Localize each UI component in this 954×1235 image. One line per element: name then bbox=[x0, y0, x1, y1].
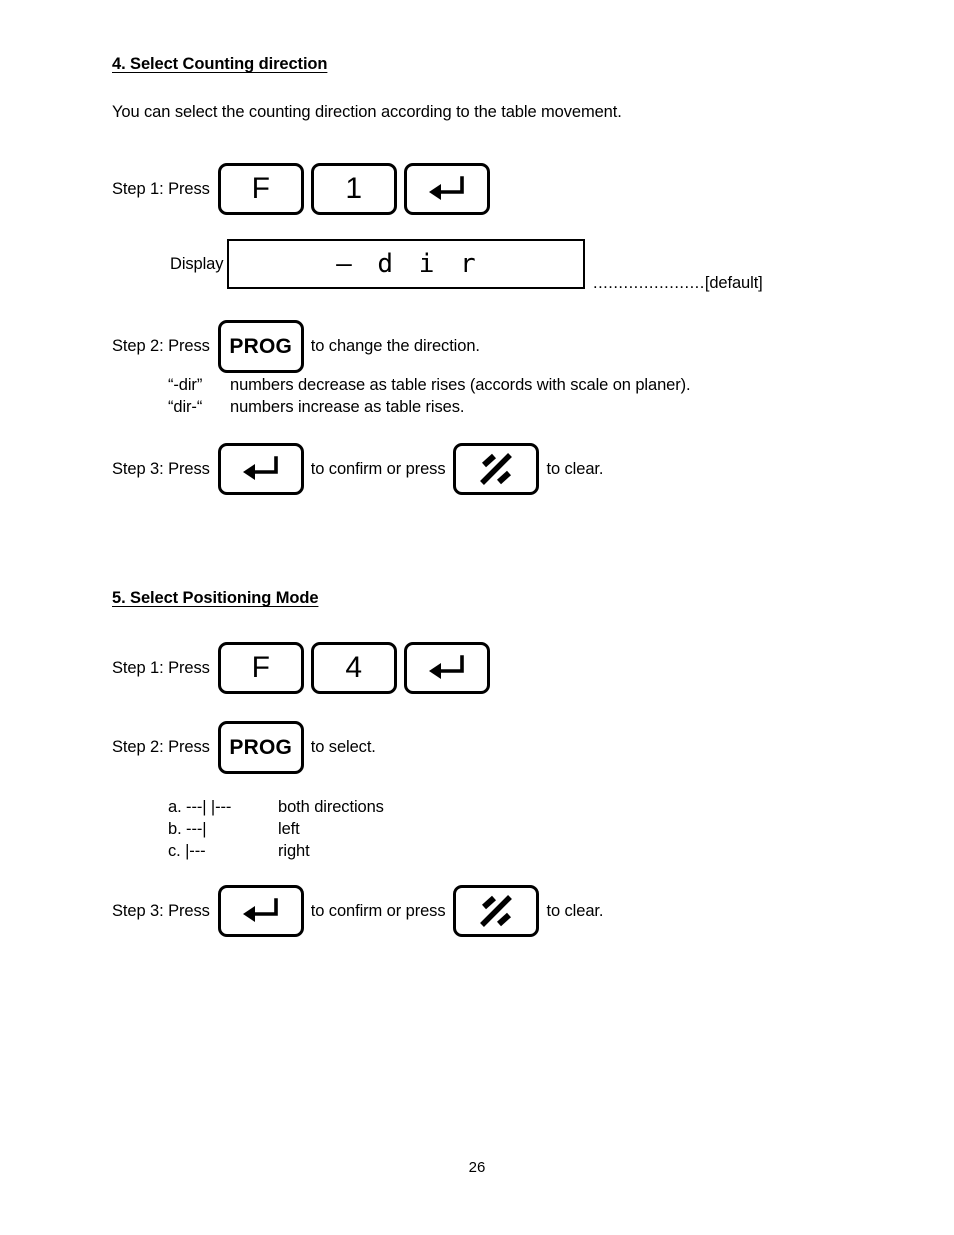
clear-key[interactable] bbox=[453, 885, 540, 937]
option-line-right: c. |--- right bbox=[168, 842, 310, 861]
step2-row-section5: Step 2: Press PROG to select. bbox=[112, 721, 376, 774]
leader-note: [default] bbox=[704, 274, 763, 292]
step3-label: Step 3: Press bbox=[112, 459, 210, 478]
enter-arrow-icon bbox=[428, 176, 464, 200]
leader-dots: ...................... bbox=[593, 274, 705, 292]
enter-key[interactable] bbox=[403, 163, 490, 215]
function-key-label: F bbox=[251, 651, 270, 684]
step3-row-section4: Step 3: Press to confirm or press to cle… bbox=[112, 443, 603, 495]
function-key[interactable]: F bbox=[217, 642, 304, 694]
option-text: left bbox=[278, 820, 300, 838]
function-key-label: F bbox=[251, 172, 270, 205]
step1-label: Step 1: Press bbox=[112, 658, 210, 677]
step3-middle-text: to confirm or press bbox=[310, 459, 446, 478]
step1-row-section4: Step 1: Press F 1 bbox=[112, 163, 490, 215]
step2-trailing-text: to change the direction. bbox=[310, 337, 480, 355]
step2-trailing-text: to select. bbox=[310, 738, 376, 756]
enter-arrow-icon bbox=[428, 655, 464, 679]
display-value: — d i r bbox=[336, 249, 481, 279]
display-box: — d i r bbox=[227, 239, 586, 289]
function-key[interactable]: F bbox=[217, 163, 304, 215]
note-line-minus-dir: “dir-“ numbers increase as table rises. bbox=[168, 398, 464, 417]
clear-key[interactable] bbox=[453, 443, 540, 495]
option-text: both directions bbox=[278, 798, 384, 816]
section-intro-text: You can select the counting direction ac… bbox=[112, 103, 622, 121]
clear-slash-icon bbox=[480, 895, 513, 927]
section-heading-counting-direction: 4. Select Counting direction bbox=[112, 55, 328, 73]
digit-key-4-label: 4 bbox=[345, 651, 363, 684]
display-label: Display bbox=[170, 254, 224, 273]
enter-key[interactable] bbox=[217, 885, 304, 937]
note-text: numbers increase as table rises. bbox=[230, 398, 465, 416]
enter-key[interactable] bbox=[217, 443, 304, 495]
prog-key-label: PROG bbox=[229, 335, 293, 358]
step2-row-section4: Step 2: Press PROG to change the directi… bbox=[112, 320, 480, 373]
option-line-both: a. ---| |--- both directions bbox=[168, 798, 384, 817]
option-symbol: b. ---| bbox=[168, 820, 207, 838]
option-line-left: b. ---| left bbox=[168, 820, 300, 839]
display-row-section4: Display — d i r bbox=[170, 239, 586, 289]
option-text: right bbox=[278, 842, 310, 860]
note-line-dir-minus: “-dir” numbers decrease as table rises (a… bbox=[168, 376, 691, 395]
display-default-leader: ......................[default] bbox=[593, 274, 763, 293]
prog-key[interactable]: PROG bbox=[217, 721, 304, 774]
enter-key[interactable] bbox=[403, 642, 490, 694]
step3-middle-text: to confirm or press bbox=[310, 901, 446, 920]
enter-arrow-icon bbox=[242, 456, 278, 480]
prog-key-label: PROG bbox=[229, 736, 293, 759]
note-term: “dir-“ bbox=[168, 398, 203, 416]
digit-key-1[interactable]: 1 bbox=[310, 163, 397, 215]
step3-label: Step 3: Press bbox=[112, 901, 210, 920]
option-symbol: a. ---| |--- bbox=[168, 798, 232, 816]
clear-slash-icon bbox=[480, 453, 513, 485]
note-text: numbers decrease as table rises (accords… bbox=[230, 376, 691, 394]
step1-label: Step 1: Press bbox=[112, 179, 210, 198]
enter-arrow-icon bbox=[242, 898, 278, 922]
note-term: “-dir” bbox=[168, 376, 203, 394]
step2-label: Step 2: Press bbox=[112, 337, 210, 355]
digit-key-1-label: 1 bbox=[345, 172, 363, 205]
prog-key[interactable]: PROG bbox=[217, 320, 304, 373]
option-symbol: c. |--- bbox=[168, 842, 206, 860]
step3-trailing-text: to clear. bbox=[546, 459, 604, 478]
step1-row-section5: Step 1: Press F 4 bbox=[112, 642, 490, 694]
step2-label: Step 2: Press bbox=[112, 738, 210, 756]
digit-key-4[interactable]: 4 bbox=[310, 642, 397, 694]
step3-trailing-text: to clear. bbox=[546, 901, 604, 920]
page-number: 26 bbox=[468, 1159, 486, 1176]
document-page: 4. Select Counting direction You can sel… bbox=[0, 0, 954, 1235]
step3-row-section5: Step 3: Press to confirm or press to cle… bbox=[112, 885, 603, 937]
section-heading-positioning-mode: 5. Select Positioning Mode bbox=[112, 589, 319, 607]
